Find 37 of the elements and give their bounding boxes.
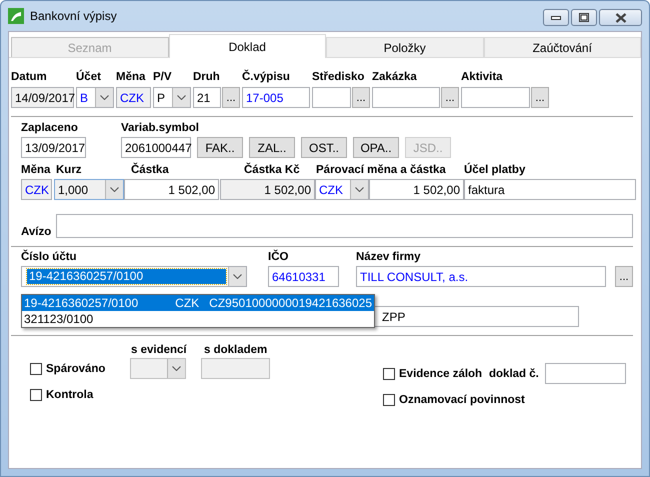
field-label: Párovací měna a částka: [316, 164, 447, 176]
checkbox-label: Evidence záloh: [399, 368, 482, 380]
field-value: 1,000: [58, 182, 90, 196]
field-label: s dokladem: [204, 344, 268, 356]
account-number: 19-4216360257/0100: [24, 296, 140, 310]
field-label: Měna: [21, 164, 52, 176]
field-label: Měna: [116, 71, 146, 83]
window-title: Bankovní výpisy: [30, 9, 118, 23]
field-label: Variab.symbol: [121, 122, 200, 134]
field-label: Účet: [76, 71, 102, 83]
field-label: Účel platby: [464, 164, 526, 176]
field-label: Středisko: [312, 71, 366, 83]
field-label: P/V: [153, 71, 173, 83]
checkbox-label: Kontrola: [46, 389, 94, 401]
field-label: Částka: [131, 164, 170, 176]
field-value: B: [80, 90, 90, 104]
checkbox-label: Oznamovací povinnost: [399, 394, 525, 406]
field-label: Název firmy: [356, 251, 421, 263]
field-label: Č.výpisu: [242, 71, 291, 83]
field-label: Částka Kč: [244, 164, 301, 176]
field-label: Kurz: [56, 164, 83, 176]
field-value: CZK: [319, 182, 344, 196]
field-value: 19-4216360257/0100: [27, 269, 226, 284]
field-label: Datum: [11, 71, 48, 83]
field-label: IČO: [268, 251, 290, 263]
field-label: Avízo: [21, 226, 52, 238]
field-label: Zakázka: [372, 71, 418, 83]
field-value: P: [157, 90, 166, 104]
field-label: Aktivita: [461, 71, 504, 83]
field-label: doklad č.: [489, 368, 540, 380]
field-label: Zaplaceno: [21, 122, 79, 134]
field-label: Druh: [193, 71, 221, 83]
field-label: Číslo účtu: [21, 251, 78, 263]
checkbox-label: Spárováno: [46, 362, 106, 374]
account-number: 321123/0100: [24, 312, 94, 326]
currency-code: CZK: [175, 296, 200, 310]
field-label: s evidencí: [131, 344, 188, 356]
